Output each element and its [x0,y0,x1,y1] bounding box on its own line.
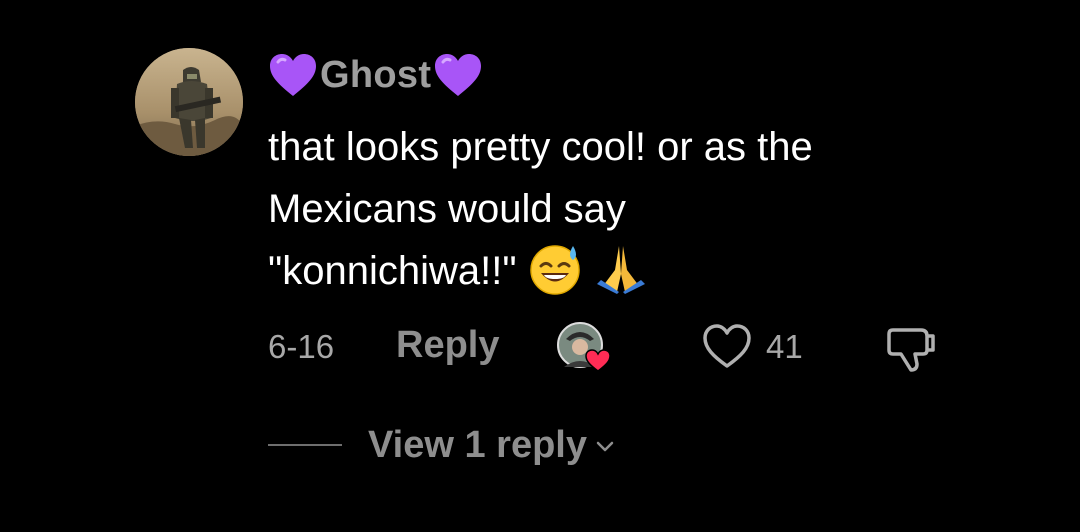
folded-hands-emoji-icon [596,246,645,294]
chevron-down-icon [596,441,614,452]
comment-line-last: "konnichiwa!!" [268,240,988,302]
soldier-avatar-icon [135,48,243,156]
purple-heart-icon [435,54,482,96]
replies-divider [268,444,342,446]
view-replies-button[interactable]: View 1 reply [268,420,617,470]
comment-text: that looks pretty cool! or as the Mexica… [268,116,988,302]
reply-button[interactable]: Reply [396,324,499,367]
comment-date: 6-16 [268,328,335,365]
author-avatar[interactable] [135,48,243,156]
like-count: 41 [766,328,803,365]
comment-line: that looks pretty cool! or as the [268,125,813,169]
creator-liked-avatar-icon [557,322,611,372]
comment-line: Mexicans would say [268,187,626,231]
comment-actions: 6-16 Reply 41 [268,318,968,374]
author-name-row[interactable]: Ghost [268,50,483,100]
like-heart-icon[interactable] [701,322,753,370]
dislike-icon[interactable] [883,322,939,374]
comment-line-text: "konnichiwa!!" [268,249,517,293]
purple-heart-icon [270,54,316,96]
sweat-smile-emoji-icon [529,245,580,295]
view-replies-label[interactable]: View 1 reply [368,424,587,467]
author-name[interactable]: Ghost [320,54,431,97]
